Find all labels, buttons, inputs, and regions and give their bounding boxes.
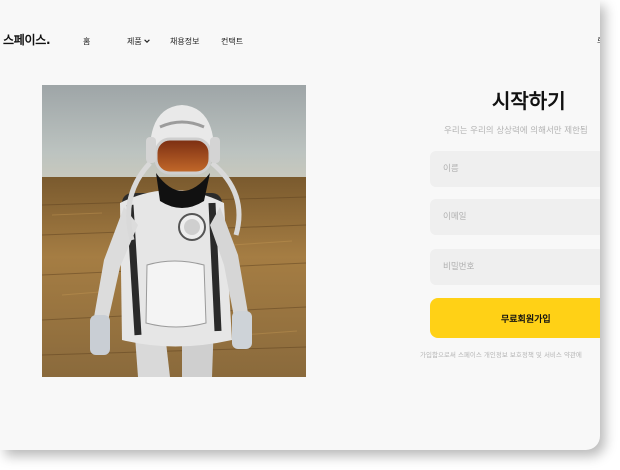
signup-subtitle: 우리는 우리의 상상력에 의해서만 제한됩 xyxy=(444,126,588,136)
top-navigation: 스페이스. 홈 제품 채용정보 컨택트 로 xyxy=(0,0,600,80)
signup-title: 시작하기 xyxy=(492,89,566,113)
nav-link-contact[interactable]: 컨택트 xyxy=(221,36,243,47)
nav-login-link[interactable]: 로 xyxy=(597,35,600,46)
chevron-down-icon xyxy=(143,39,150,43)
free-signup-button[interactable]: 무료회원가입 xyxy=(430,298,600,338)
nav-link-home[interactable]: 홈 xyxy=(83,36,90,47)
nav-link-products[interactable]: 제품 xyxy=(127,36,151,47)
nav-link-products-label: 제품 xyxy=(127,37,142,46)
terms-notice: 가입함으로써 스페이스 개인정보 보호정책 및 서비스 약관에 xyxy=(420,351,582,359)
app-window: 스페이스. 홈 제품 채용정보 컨택트 로 xyxy=(0,0,600,450)
brand-logo[interactable]: 스페이스. xyxy=(3,31,51,48)
email-field[interactable] xyxy=(430,199,600,235)
astronaut-photo xyxy=(42,85,306,377)
nav-link-careers[interactable]: 채용정보 xyxy=(170,36,199,47)
password-field[interactable] xyxy=(430,249,600,285)
name-field[interactable] xyxy=(430,151,600,187)
